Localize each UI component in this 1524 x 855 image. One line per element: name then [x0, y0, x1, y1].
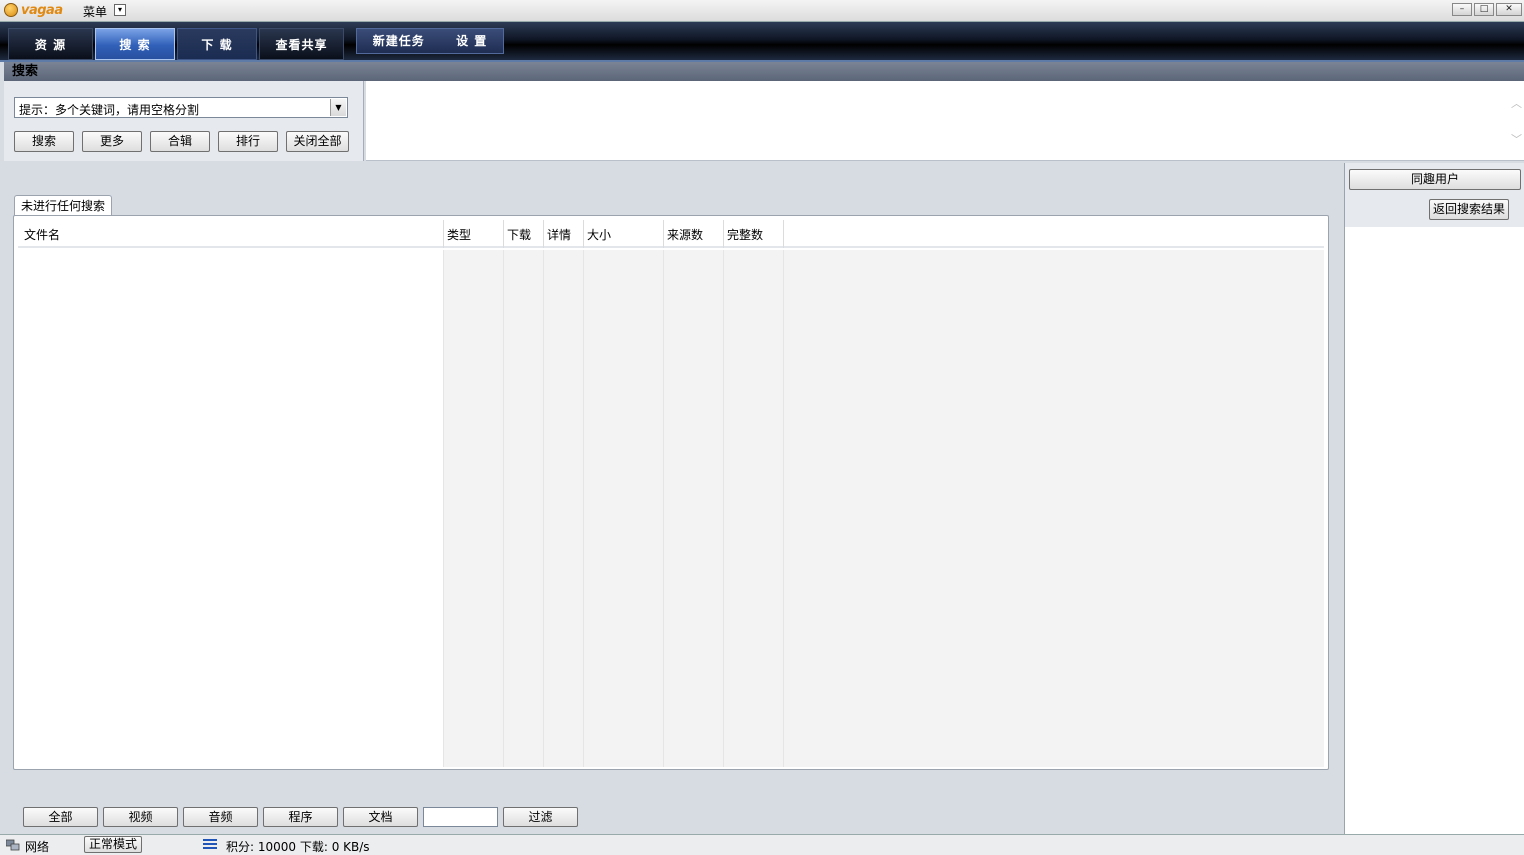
search-input-hint: 提示：多个关键词，请用空格分割	[19, 103, 200, 117]
results-table: 文件名 类型 下载 详情 大小 来源数 完整数	[13, 215, 1329, 770]
close-icon[interactable]: ✕	[1496, 3, 1522, 16]
filter-bar: 全部 视频 音频 程序 文档 过滤	[4, 803, 1340, 833]
tab-resources[interactable]: 资 源	[8, 28, 93, 60]
filter-video-button[interactable]: 视频	[103, 807, 178, 827]
back-to-results-button[interactable]: 返回搜索结果	[1429, 199, 1509, 220]
tab-view-share[interactable]: 查看共享	[259, 28, 344, 60]
similar-users-button[interactable]: 同趣用户	[1349, 169, 1521, 190]
filter-program-button[interactable]: 程序	[263, 807, 338, 827]
search-button[interactable]: 搜索	[14, 131, 74, 152]
header-type[interactable]: 类型	[447, 226, 471, 243]
right-panel-header: 同趣用户 返回搜索结果	[1345, 163, 1524, 227]
header-filename[interactable]: 文件名	[24, 226, 60, 243]
scroll-down-icon[interactable]: ﹀	[1511, 131, 1522, 147]
filter-audio-button[interactable]: 音频	[183, 807, 258, 827]
logo-icon	[4, 3, 18, 17]
header-complete[interactable]: 完整数	[727, 226, 763, 243]
new-task-button[interactable]: 新建任务	[373, 29, 425, 53]
column-sources	[663, 250, 723, 767]
main-menu-label[interactable]: 菜单	[83, 3, 107, 20]
filter-input[interactable]	[423, 807, 498, 827]
table-header: 文件名 类型 下载 详情 大小 来源数 完整数	[18, 218, 1324, 248]
results-tab[interactable]: 未进行任何搜索	[14, 195, 112, 217]
column-complete	[723, 250, 783, 767]
nav-action-group: 新建任务 设 置	[356, 28, 504, 54]
network-icon	[6, 839, 20, 851]
column-details	[543, 250, 583, 767]
search-input[interactable]: 提示：多个关键词，请用空格分割 ▼	[14, 97, 348, 118]
maximize-icon[interactable]: □	[1474, 3, 1494, 16]
chevron-down-icon[interactable]: ▼	[330, 99, 346, 116]
title-bar: vagaa 菜单 ▾ – □ ✕	[0, 0, 1524, 22]
filter-all-button[interactable]: 全部	[23, 807, 98, 827]
settings-button[interactable]: 设 置	[456, 29, 487, 53]
menu-dropdown-icon[interactable]: ▾	[114, 4, 126, 16]
close-all-button[interactable]: 关闭全部	[286, 131, 349, 152]
header-download[interactable]: 下载	[507, 226, 531, 243]
column-size	[583, 250, 663, 767]
main-nav: 资 源 搜 索 下 载 查看共享 新建任务 设 置	[0, 22, 1524, 62]
page-title: 搜索	[4, 62, 1524, 81]
score-download-status: 积分: 10000 下载: 0 KB/s	[226, 840, 370, 854]
header-size[interactable]: 大小	[587, 226, 611, 243]
logo-text: vagaa	[21, 2, 63, 18]
mode-button[interactable]: 正常模式	[84, 836, 142, 853]
header-details[interactable]: 详情	[547, 226, 571, 243]
info-area: ︿ ﹀	[366, 81, 1524, 161]
filter-document-button[interactable]: 文档	[343, 807, 418, 827]
more-button[interactable]: 更多	[82, 131, 142, 152]
results-area: 未进行任何搜索 文件名 类型 下载 详情 大小 来源数 完整数	[4, 163, 1340, 835]
right-panel: 同趣用户 返回搜索结果	[1344, 163, 1524, 835]
status-bar: 网络 正常模式 积分: 10000 下载: 0 KB/s	[0, 834, 1524, 855]
app-logo: vagaa	[4, 1, 63, 19]
stats-icon	[203, 839, 217, 851]
tab-download[interactable]: 下 载	[177, 28, 257, 60]
column-type	[443, 250, 503, 767]
column-filename	[18, 250, 443, 767]
ranking-button[interactable]: 排行	[218, 131, 278, 152]
minimize-icon[interactable]: –	[1452, 3, 1472, 16]
network-label[interactable]: 网络	[25, 838, 49, 855]
column-download	[503, 250, 543, 767]
column-filler	[783, 250, 1324, 767]
header-sources[interactable]: 来源数	[667, 226, 703, 243]
tab-search[interactable]: 搜 索	[95, 28, 175, 60]
filter-apply-button[interactable]: 过滤	[503, 807, 578, 827]
scroll-up-icon[interactable]: ︿	[1511, 95, 1522, 111]
collection-button[interactable]: 合辑	[150, 131, 210, 152]
search-panel: 提示：多个关键词，请用空格分割 ▼ 搜索 更多 合辑 排行 关闭全部	[4, 81, 364, 161]
